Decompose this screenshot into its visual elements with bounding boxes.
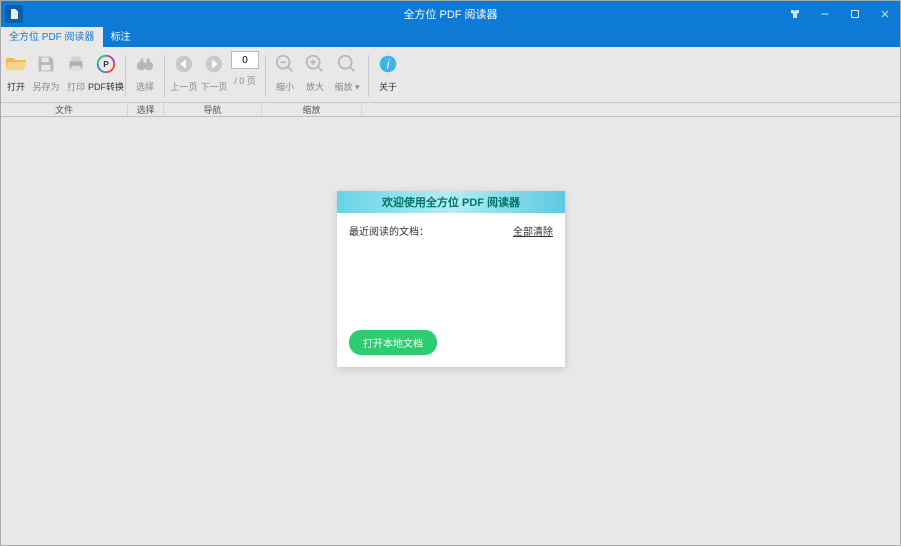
separator (164, 55, 165, 97)
zoom-in-icon (302, 51, 328, 77)
zoom-out-icon (272, 51, 298, 77)
binoculars-icon (132, 51, 158, 77)
folder-open-icon (3, 51, 29, 77)
page-total: / 0 页 (234, 74, 256, 87)
print-label: 打印 (67, 80, 85, 93)
zoomout-label: 缩小 (276, 80, 294, 93)
clear-all-link[interactable]: 全部清除 (513, 223, 553, 238)
convert-label: PDF转换 (88, 80, 124, 93)
group-zoom: 缩放 (262, 103, 362, 116)
group-nav: 导航 (164, 103, 262, 116)
svg-text:P: P (103, 60, 109, 69)
zoom-fit-icon (334, 51, 360, 77)
prev-label: 上一页 (170, 80, 197, 93)
titlebar: 全方位 PDF 阅读器 (1, 1, 900, 27)
maximize-button[interactable] (840, 1, 870, 27)
zoomout-button[interactable]: 缩小 (270, 51, 300, 93)
prev-button[interactable]: 上一页 (169, 51, 199, 93)
fit-label: 缩放 ▾ (334, 80, 359, 93)
separator (368, 55, 369, 97)
about-label: 关于 (379, 80, 397, 93)
save-icon (33, 51, 59, 77)
tab-annotate[interactable]: 标注 (103, 24, 139, 47)
workspace: 欢迎使用全方位 PDF 阅读器 最近阅读的文档： 全部清除 打开本地文档 (1, 117, 900, 545)
page-box: / 0 页 (229, 51, 261, 87)
saveas-label: 另存为 (32, 80, 59, 93)
welcome-panel: 欢迎使用全方位 PDF 阅读器 最近阅读的文档： 全部清除 打开本地文档 (337, 191, 565, 367)
app-icon (5, 5, 23, 23)
separator (265, 55, 266, 97)
print-button[interactable]: 打印 (61, 51, 91, 93)
info-icon: i (375, 51, 401, 77)
window-title: 全方位 PDF 阅读器 (403, 6, 497, 22)
welcome-title: 欢迎使用全方位 PDF 阅读器 (337, 191, 565, 213)
zoomin-button[interactable]: 放大 (300, 51, 330, 93)
menubar: 全方位 PDF 阅读器 标注 (1, 27, 900, 47)
print-icon (63, 51, 89, 77)
group-labels: 文件 选择 导航 缩放 (1, 103, 900, 117)
close-button[interactable] (870, 1, 900, 27)
zoomin-label: 放大 (306, 80, 324, 93)
select-button[interactable]: 选择 (130, 51, 160, 93)
separator (125, 55, 126, 97)
convert-button[interactable]: P PDF转换 (91, 51, 121, 93)
page-input[interactable] (231, 51, 259, 69)
recent-label: 最近阅读的文档： (349, 223, 429, 238)
group-select: 选择 (128, 103, 164, 116)
open-label: 打开 (7, 80, 25, 93)
fit-text: 缩放 (334, 82, 352, 92)
window-controls (780, 1, 900, 27)
about-button[interactable]: i 关于 (373, 51, 403, 93)
minimize-button[interactable] (810, 1, 840, 27)
welcome-body: 最近阅读的文档： 全部清除 (337, 213, 565, 248)
select-label: 选择 (136, 80, 154, 93)
fit-button[interactable]: 缩放 ▾ (330, 51, 364, 93)
toolbar: 打开 另存为 打印 P PDF转换 选择 上一页 下一页 (1, 47, 900, 103)
open-button[interactable]: 打开 (1, 51, 31, 93)
arrow-left-icon (171, 51, 197, 77)
saveas-button[interactable]: 另存为 (31, 51, 61, 93)
next-label: 下一页 (200, 80, 227, 93)
recent-row: 最近阅读的文档： 全部清除 (349, 223, 553, 238)
next-button[interactable]: 下一页 (199, 51, 229, 93)
tab-reader[interactable]: 全方位 PDF 阅读器 (1, 24, 103, 47)
convert-icon: P (93, 51, 119, 77)
arrow-right-icon (201, 51, 227, 77)
group-file: 文件 (1, 103, 128, 116)
open-local-button[interactable]: 打开本地文档 (349, 330, 437, 355)
skin-button[interactable] (780, 1, 810, 27)
